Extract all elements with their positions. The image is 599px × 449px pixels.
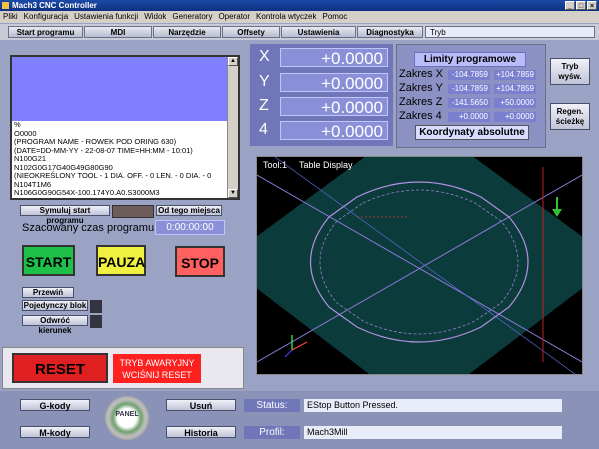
dro-y-label: Y <box>259 73 270 90</box>
dro-z-value[interactable]: +0.0000 <box>280 97 388 117</box>
app-icon <box>2 2 9 9</box>
display-type: Table Display <box>299 160 353 170</box>
gcode-lines: % O0000 (PROGRAM NAME - ROWEK POD ORING 63… <box>14 120 230 198</box>
mode-field: Tryb <box>425 26 595 38</box>
regen-line-2: ścieżkę <box>555 117 585 126</box>
display-mode-line-2: wyśw. <box>558 72 582 81</box>
menu-generatory[interactable]: Generatory <box>169 11 215 23</box>
reverse-indicator <box>90 315 102 328</box>
dro-4-label: 4 <box>259 121 268 138</box>
range-x-min: -104.7859 <box>448 70 490 80</box>
soft-limits-panel: Limity programowe Zakres X -104.7859 +10… <box>396 44 546 148</box>
toolpath-canvas: Tool:1 Table Display <box>222 117 599 412</box>
status-label: Status: <box>244 399 300 412</box>
reset-button[interactable]: RESET <box>12 353 108 383</box>
run-from-here-button[interactable]: Od tego miejsca <box>156 205 222 216</box>
scroll-up-icon[interactable]: ▲ <box>228 57 238 66</box>
menu-konfiguracja[interactable]: Konfiguracja <box>21 11 71 23</box>
close-button[interactable]: × <box>587 1 597 10</box>
range-4-min: +0.0000 <box>448 112 490 122</box>
toolpath-display[interactable]: Tool:1 Table Display <box>222 117 599 412</box>
gcode-scrollbar[interactable]: ▲ ▼ <box>227 57 238 198</box>
menu-kontrola-wtyczek[interactable]: Kontrola wtyczek <box>253 11 319 23</box>
menu-operator[interactable]: Operator <box>215 11 253 23</box>
menu-pliki[interactable]: Pliki <box>0 11 21 23</box>
menu-ustawienia-funkcji[interactable]: Ustawienia funkcji <box>71 11 141 23</box>
range-4-label: Zakres 4 <box>399 110 442 122</box>
start-button[interactable]: START <box>22 245 75 276</box>
logo-text: PANEL <box>115 411 139 418</box>
scroll-down-icon[interactable]: ▼ <box>228 189 238 198</box>
footer-panel: G-kody M-kody PANEL Usuń Historia Status… <box>0 391 599 449</box>
dro-x-value[interactable]: +0.0000 <box>280 48 388 68</box>
minimize-button[interactable]: _ <box>565 1 575 10</box>
tool-number: Tool:1 <box>263 160 287 170</box>
mach3-window: Mach3 CNC Controller _ □ × Pliki Konfigu… <box>0 0 599 449</box>
display-mode-button[interactable]: Tryb wyśw. <box>550 58 590 85</box>
tab-offsety[interactable]: Offsety <box>222 26 280 38</box>
simulate-run-button[interactable]: Symuluj start programu <box>20 205 110 225</box>
absolute-coords-button[interactable]: Koordynaty absolutne <box>415 125 529 140</box>
range-x-label: Zakres X <box>399 68 444 80</box>
gcode-blank-area <box>12 57 230 121</box>
axis-x-icon <box>291 341 308 351</box>
regen-toolpath-button[interactable]: Regen. ścieżkę <box>550 103 590 130</box>
axis-z-icon <box>284 349 293 358</box>
profile-label: Profil: <box>244 426 300 439</box>
dro-x-label: X <box>259 48 270 65</box>
tab-narzedzie[interactable]: Narzędzie <box>153 26 221 38</box>
range-z-min: -141.5650 <box>448 98 490 108</box>
limits-title: Limity programowe <box>414 52 526 67</box>
est-time-value: 0:00:00:00 <box>155 220 225 235</box>
menu-bar: Pliki Konfiguracja Ustawienia funkcji Wi… <box>0 11 599 23</box>
window-title: Mach3 CNC Controller <box>12 1 97 10</box>
delete-button[interactable]: Usuń <box>166 399 236 411</box>
regen-line-1: Regen. <box>556 107 584 116</box>
gcode-line: % <box>14 120 230 130</box>
range-z-label: Zakres Z <box>399 96 443 108</box>
range-y-max: +104.7859 <box>494 84 536 94</box>
rewind-button[interactable]: Przewiń <box>22 287 74 298</box>
estop-line-2: WCIŚNIJ RESET <box>122 370 192 380</box>
gcode-line: N106G0G90G54X-100.174Y0.A0.S3000M3 <box>14 188 160 197</box>
estop-status: TRYB AWARYJNY WCIŚNIJ RESET <box>113 354 201 383</box>
gcode-line: (DATE=DD-MM-YY - 22-08-07 TIME=HH:MM - 1… <box>14 145 193 155</box>
screen-tabs: Start programu MDI Narzędzie Offsety Ust… <box>0 24 599 40</box>
simulate-indicator <box>112 205 154 218</box>
menu-widok[interactable]: Widok <box>141 11 169 23</box>
stop-button[interactable]: STOP <box>175 246 225 277</box>
status-value: EStop Button Pressed. <box>304 399 562 412</box>
mcodes-button[interactable]: M-kody <box>20 426 90 438</box>
gcodes-button[interactable]: G-kody <box>20 399 90 411</box>
range-x-max: +104.7859 <box>494 70 536 80</box>
pause-button[interactable]: PAUZA <box>96 245 146 276</box>
menu-pomoc[interactable]: Pomoc <box>320 11 351 23</box>
display-mode-line-1: Tryb <box>561 62 579 71</box>
single-block-indicator <box>90 300 102 313</box>
range-z-max: +50.0000 <box>494 98 536 108</box>
range-y-min: -104.7859 <box>448 84 490 94</box>
tab-mdi[interactable]: MDI <box>84 26 152 38</box>
est-time-label: Szacowany czas programu: <box>22 222 158 234</box>
range-4-max: +0.0000 <box>494 112 536 122</box>
gcode-listing[interactable]: % O0000 (PROGRAM NAME - ROWEK POD ORING 63… <box>10 55 240 200</box>
tab-start-programu[interactable]: Start programu <box>8 26 83 38</box>
dro-4-value[interactable]: +0.0000 <box>280 121 388 141</box>
history-button[interactable]: Historia <box>166 426 236 438</box>
reverse-button[interactable]: Odwróć kierunek <box>22 315 88 335</box>
maximize-button[interactable]: □ <box>576 1 586 10</box>
single-block-button[interactable]: Pojedynczy blok <box>22 300 88 311</box>
title-bar: Mach3 CNC Controller _ □ × <box>0 0 599 11</box>
tab-ustawienia[interactable]: Ustawienia <box>281 26 356 38</box>
logo-icon: PANEL <box>105 396 149 440</box>
tab-diagnostyka[interactable]: Diagnostyka <box>357 26 423 38</box>
dro-y-value[interactable]: +0.0000 <box>280 73 388 93</box>
estop-line-1: TRYB AWARYJNY <box>119 358 195 368</box>
range-y-label: Zakres Y <box>399 82 443 94</box>
profile-value: Mach3Mill <box>304 426 562 439</box>
dro-z-label: Z <box>259 97 269 114</box>
